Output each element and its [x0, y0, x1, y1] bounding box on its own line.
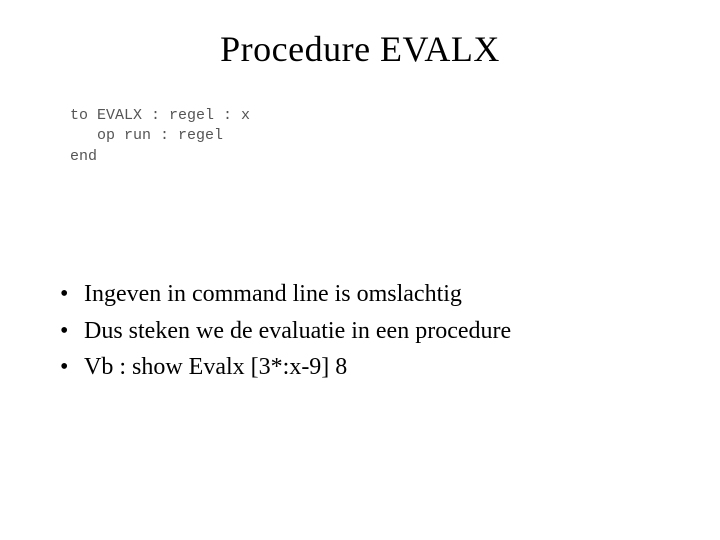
slide: Procedure EVALX to EVALX : regel : x op …	[0, 0, 720, 540]
code-block: to EVALX : regel : x op run : regel end	[70, 106, 660, 167]
bullet-text: Dus steken we de evaluatie in een proced…	[84, 318, 511, 344]
list-item: Dus steken we de evaluatie in een proced…	[60, 314, 660, 349]
code-line-3: end	[70, 148, 97, 165]
list-item: Ingeven in command line is omslachtig	[60, 277, 660, 312]
code-line-1: to EVALX : regel : x	[70, 107, 250, 124]
list-item: Vb : show Evalx [3*:x-9] 8	[60, 350, 660, 385]
bullet-text: Vb : show Evalx [3*:x-9] 8	[84, 354, 347, 380]
bullet-text: Ingeven in command line is omslachtig	[84, 281, 462, 307]
page-title: Procedure EVALX	[60, 28, 660, 70]
bullet-list: Ingeven in command line is omslachtig Du…	[60, 277, 660, 385]
code-line-2: op run : regel	[70, 127, 223, 144]
